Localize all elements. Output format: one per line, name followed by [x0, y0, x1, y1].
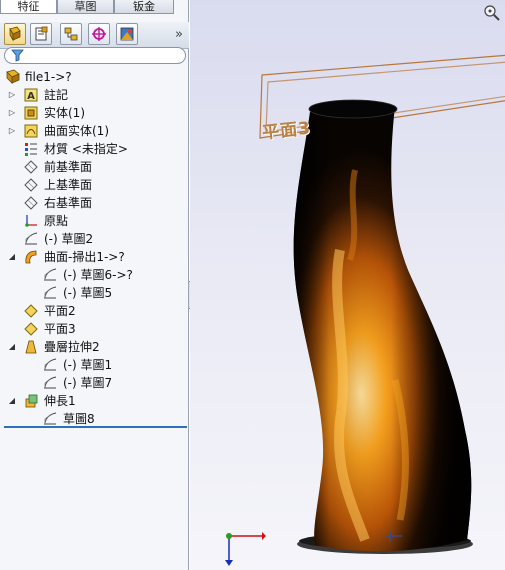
- feature-manager-button[interactable]: [4, 23, 26, 45]
- tree-expander[interactable]: ▷: [8, 109, 16, 117]
- sketch-icon: [44, 358, 57, 371]
- annotations-icon: A: [24, 88, 38, 102]
- triad-icon: [225, 532, 266, 566]
- tree-item-label: 曲面实体(1): [44, 124, 109, 138]
- tree-expander[interactable]: ▷: [8, 127, 16, 135]
- tree-item[interactable]: ◢ 疊層拉伸2: [0, 338, 189, 356]
- tab-strip: 特征 草图 钣金: [0, 0, 189, 14]
- tree-expander[interactable]: ◢: [8, 343, 16, 351]
- feature-manager-panel: 特征 草图 钣金 » file1->? ▷ A 註記 ▷ 实体(1) ▷ 曲面实…: [0, 0, 189, 570]
- tree-item-label: (-) 草圖6->?: [63, 268, 133, 282]
- tree-item-label: 原點: [44, 214, 69, 228]
- tree-item-label: 曲面-掃出1->?: [44, 250, 125, 264]
- tree-item-label: 实体(1): [44, 106, 85, 120]
- tab-features[interactable]: 特征: [0, 0, 57, 14]
- tree-item[interactable]: 原點: [0, 212, 189, 230]
- tree-expander[interactable]: ▷: [8, 91, 16, 99]
- tree-item[interactable]: (-) 草圖1: [0, 356, 189, 374]
- tree-item-label: 右基準面: [44, 196, 93, 210]
- plane-feature-icon: [24, 322, 38, 336]
- tree-item-label: 前基準面: [44, 160, 93, 174]
- tree-item-label: 上基準面: [44, 178, 93, 192]
- tree-item[interactable]: (-) 草圖7: [0, 374, 189, 392]
- tab-sheet-metal[interactable]: 钣金: [114, 0, 174, 14]
- tree-item-label: (-) 草圖5: [63, 286, 113, 300]
- tree-item-label: (-) 草圖7: [63, 376, 113, 390]
- more-tabs-button[interactable]: »: [175, 27, 183, 42]
- display-manager-button[interactable]: [116, 23, 138, 45]
- plane-icon: [24, 178, 38, 192]
- tree-item-label: 平面2: [44, 304, 76, 318]
- tree-item-label: 疊層拉伸2: [44, 340, 100, 354]
- sketch-icon: [44, 268, 57, 281]
- tree-item-label: file1->?: [25, 70, 72, 84]
- dimxpert-button[interactable]: [88, 23, 110, 45]
- solid-bodies-icon: [24, 106, 38, 120]
- sketch-icon: [44, 412, 57, 425]
- configuration-manager-button[interactable]: [60, 23, 82, 45]
- loft-icon: [25, 340, 37, 354]
- plane-feature-icon: [24, 304, 38, 318]
- tree-item[interactable]: 平面2: [0, 302, 189, 320]
- tree-item[interactable]: file1->?: [0, 68, 189, 86]
- surface-sweep-icon: [25, 250, 37, 264]
- top-face[interactable]: [308, 99, 398, 119]
- tree-item[interactable]: ◢ 曲面-掃出1->?: [0, 248, 189, 266]
- tree-item-label: (-) 草圖1: [63, 358, 113, 372]
- feature-manager-icon: [9, 26, 21, 42]
- tree-item[interactable]: ◢ 伸長1: [0, 392, 189, 410]
- part-icon: [6, 69, 20, 84]
- tree-item[interactable]: 材質 <未指定>: [0, 140, 189, 158]
- tree-item[interactable]: (-) 草圖2: [0, 230, 189, 248]
- sketch-icon: [25, 232, 38, 245]
- sketch-icon: [44, 376, 57, 389]
- material-icon: [25, 143, 37, 156]
- display-manager-icon: [120, 27, 134, 41]
- extrude-icon: [25, 394, 38, 408]
- tree-expander[interactable]: ◢: [8, 253, 16, 261]
- tree-item[interactable]: 前基準面: [0, 158, 189, 176]
- tree-item[interactable]: ▷ 实体(1): [0, 104, 189, 122]
- tree-item[interactable]: ▷ A 註記: [0, 86, 189, 104]
- tree-item-label: 註記: [44, 88, 69, 102]
- tree-item[interactable]: 上基準面: [0, 176, 189, 194]
- sketch-icon: [44, 286, 57, 299]
- tree-item[interactable]: (-) 草圖6->?: [0, 266, 189, 284]
- model-view: [225, 54, 505, 566]
- plane-icon: [24, 160, 38, 174]
- rollback-bar[interactable]: [4, 426, 187, 428]
- surface-bodies-icon: [24, 124, 38, 138]
- manager-toolbar: »: [0, 22, 189, 49]
- tree-item[interactable]: 平面3: [0, 320, 189, 338]
- origin-icon: [25, 215, 37, 227]
- plane-icon: [24, 196, 38, 210]
- tree-item[interactable]: 右基準面: [0, 194, 189, 212]
- tree-item-label: 材質 <未指定>: [44, 142, 128, 156]
- tree-item[interactable]: (-) 草圖5: [0, 284, 189, 302]
- zoom-view-icon[interactable]: [483, 4, 501, 22]
- plane-label: 平面3: [261, 118, 313, 144]
- tree-item-label: 平面3: [44, 322, 76, 336]
- graphics-viewport[interactable]: 平面3: [190, 0, 505, 570]
- filter-icon: [11, 49, 24, 62]
- tree-item-label: 伸長1: [44, 394, 76, 408]
- tree-item-label: (-) 草圖2: [44, 232, 94, 246]
- property-manager-icon: [35, 26, 48, 41]
- svg-text:A: A: [27, 91, 35, 102]
- dimxpert-icon: [92, 27, 106, 41]
- configuration-manager-icon: [64, 27, 78, 41]
- property-manager-button[interactable]: [30, 23, 52, 45]
- tab-sketch[interactable]: 草图: [57, 0, 114, 14]
- tree-item[interactable]: ▷ 曲面实体(1): [0, 122, 189, 140]
- tree-expander[interactable]: ◢: [8, 397, 16, 405]
- filter-input[interactable]: [4, 47, 186, 64]
